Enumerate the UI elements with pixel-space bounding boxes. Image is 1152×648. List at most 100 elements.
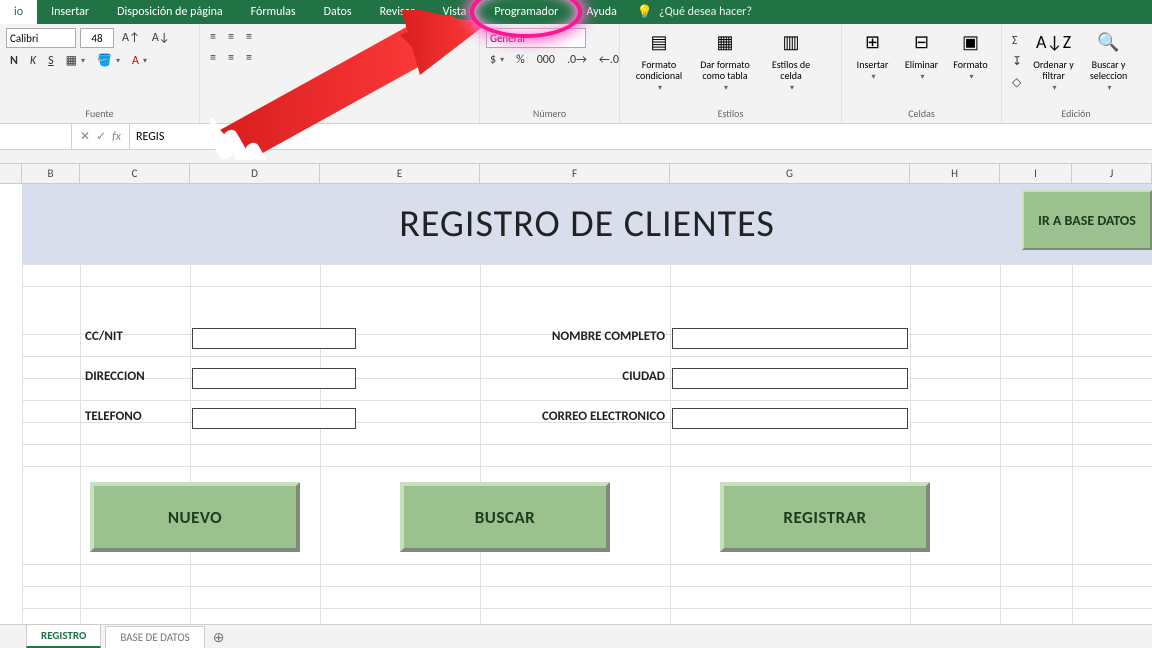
- tab-programador[interactable]: Programador: [480, 0, 572, 24]
- decrease-decimal-button[interactable]: ←.0: [595, 51, 623, 69]
- formula-input[interactable]: [130, 124, 1152, 149]
- insert-cells-label: Insertar: [857, 59, 889, 70]
- input-correo[interactable]: [672, 408, 908, 429]
- select-all-corner[interactable]: [0, 164, 22, 183]
- group-editing-label: Edición: [1008, 105, 1144, 123]
- align-right-button[interactable]: ≡: [242, 49, 256, 67]
- lightbulb-icon: 💡: [637, 5, 653, 20]
- italic-button[interactable]: K: [26, 52, 40, 70]
- col-header-J[interactable]: J: [1072, 164, 1152, 183]
- bold-button[interactable]: N: [6, 52, 22, 70]
- tab-datos[interactable]: Datos: [310, 0, 366, 24]
- input-nombre[interactable]: [672, 328, 908, 349]
- clear-button[interactable]: ◇: [1008, 73, 1026, 92]
- label-ccnit: CC/NIT: [85, 329, 123, 344]
- tab-disposicion[interactable]: Disposición de página: [103, 0, 237, 24]
- insert-cells-button[interactable]: ⊞ Insertar: [848, 28, 897, 82]
- ribbon: A↑ A↓ N K S ▦ 🪣 A Fuente ≡ ≡ ≡ ≡ ≡: [0, 24, 1152, 124]
- sheet-tabs: REGISTRO BASE DE DATOS ⊕: [0, 624, 1152, 648]
- tab-inicio[interactable]: io: [0, 0, 37, 24]
- increase-decimal-button[interactable]: .0→: [563, 51, 591, 69]
- tab-vista[interactable]: Vista: [429, 0, 481, 24]
- conditional-formatting-button[interactable]: ▤ Formato condicional: [626, 28, 692, 93]
- group-font-label: Fuente: [6, 105, 193, 123]
- cancel-formula-icon[interactable]: ✕: [80, 129, 90, 144]
- col-header-B[interactable]: B: [22, 164, 80, 183]
- number-format-select[interactable]: [486, 28, 586, 48]
- font-color-button[interactable]: A: [128, 52, 151, 70]
- col-header-C[interactable]: C: [80, 164, 190, 183]
- col-header-I[interactable]: I: [1000, 164, 1072, 183]
- tab-insertar[interactable]: Insertar: [37, 0, 103, 24]
- label-correo: CORREO ELECTRONICO: [500, 409, 665, 424]
- format-as-table-button[interactable]: ▦ Dar formato como tabla: [692, 28, 758, 93]
- goto-database-button[interactable]: IR A BASE DATOS: [1022, 190, 1152, 250]
- font-size-select[interactable]: [80, 28, 114, 48]
- tab-ayuda[interactable]: Ayuda: [572, 0, 631, 24]
- sort-icon: A↓Z: [1041, 30, 1067, 56]
- format-cells-button[interactable]: ▣ Formato: [946, 28, 995, 82]
- sheet-tab-registro[interactable]: REGISTRO: [26, 624, 101, 648]
- tab-revisar[interactable]: Revisar: [366, 0, 429, 24]
- font-name-select[interactable]: [6, 28, 76, 48]
- group-cells-label: Celdas: [848, 105, 995, 123]
- col-header-D[interactable]: D: [190, 164, 320, 183]
- align-middle-button[interactable]: ≡: [224, 28, 238, 46]
- ribbon-tabs: io Insertar Disposición de página Fórmul…: [0, 0, 1152, 24]
- col-header-H[interactable]: H: [910, 164, 1000, 183]
- sort-filter-label: Ordenar y filtrar: [1028, 59, 1079, 81]
- find-select-button[interactable]: 🔍 Buscar y seleccion: [1081, 28, 1136, 93]
- label-direccion: DIRECCION: [85, 369, 145, 384]
- decrease-font-button[interactable]: A↓: [148, 29, 174, 47]
- col-header-F[interactable]: F: [480, 164, 670, 183]
- borders-button[interactable]: ▦: [62, 51, 89, 70]
- align-top-button[interactable]: ≡: [206, 28, 220, 46]
- underline-button[interactable]: S: [44, 52, 58, 70]
- formula-bar: ✕ ✓ fx: [0, 124, 1152, 150]
- tab-formulas[interactable]: Fórmulas: [237, 0, 310, 24]
- group-number-label: Número: [486, 105, 613, 123]
- group-number: $ % 000 .0→ ←.0 Número: [480, 24, 620, 123]
- fx-icon[interactable]: fx: [112, 130, 121, 144]
- tell-me-search[interactable]: 💡: [637, 0, 799, 24]
- fill-button[interactable]: ↧: [1008, 52, 1026, 71]
- sort-filter-button[interactable]: A↓Z Ordenar y filtrar: [1026, 28, 1081, 93]
- label-nombre: NOMBRE COMPLETO: [500, 329, 665, 344]
- input-direccion[interactable]: [192, 368, 356, 389]
- name-box[interactable]: [0, 124, 72, 149]
- delete-cells-label: Eliminar: [905, 59, 938, 70]
- group-alignment-label: [206, 118, 473, 123]
- align-bottom-button[interactable]: ≡: [242, 28, 256, 46]
- paint-bucket-icon: 🪣: [97, 53, 112, 68]
- accounting-format-button[interactable]: $: [486, 51, 508, 69]
- tell-me-input[interactable]: [659, 5, 799, 19]
- registrar-button[interactable]: REGISTRAR: [720, 482, 930, 552]
- col-header-G[interactable]: G: [670, 164, 910, 183]
- align-center-button[interactable]: ≡: [224, 49, 238, 67]
- conditional-formatting-label: Formato condicional: [628, 59, 690, 81]
- cell-styles-icon: ▥: [778, 30, 804, 56]
- increase-font-button[interactable]: A↑: [118, 29, 144, 47]
- accept-formula-icon[interactable]: ✓: [96, 129, 106, 144]
- autosum-button[interactable]: Σ: [1008, 32, 1026, 50]
- thousands-format-button[interactable]: 000: [533, 51, 559, 69]
- column-headers: B C D E F G H I J: [0, 164, 1152, 184]
- align-left-button[interactable]: ≡: [206, 49, 220, 67]
- col-header-E[interactable]: E: [320, 164, 480, 183]
- fill-color-button[interactable]: 🪣: [93, 51, 124, 70]
- group-styles: ▤ Formato condicional ▦ Dar formato como…: [620, 24, 842, 123]
- nuevo-button[interactable]: NUEVO: [90, 482, 300, 552]
- delete-cells-button[interactable]: ⊟ Eliminar: [897, 28, 946, 82]
- buscar-button[interactable]: BUSCAR: [400, 482, 610, 552]
- group-editing: Σ ↧ ◇ A↓Z Ordenar y filtrar 🔍 Buscar y s…: [1002, 24, 1150, 123]
- input-telefono[interactable]: [192, 408, 356, 429]
- worksheet[interactable]: REGISTRO DE CLIENTES IR A BASE DATOS CC/…: [0, 184, 1152, 624]
- new-sheet-button[interactable]: ⊕: [205, 627, 233, 648]
- find-icon: 🔍: [1096, 30, 1122, 56]
- sheet-tab-base-de-datos[interactable]: BASE DE DATOS: [105, 626, 204, 648]
- percent-format-button[interactable]: %: [512, 51, 529, 69]
- cell-styles-button[interactable]: ▥ Estilos de celda: [758, 28, 824, 93]
- tab-programador-label: Programador: [494, 5, 558, 19]
- input-ciudad[interactable]: [672, 368, 908, 389]
- input-ccnit[interactable]: [192, 328, 356, 349]
